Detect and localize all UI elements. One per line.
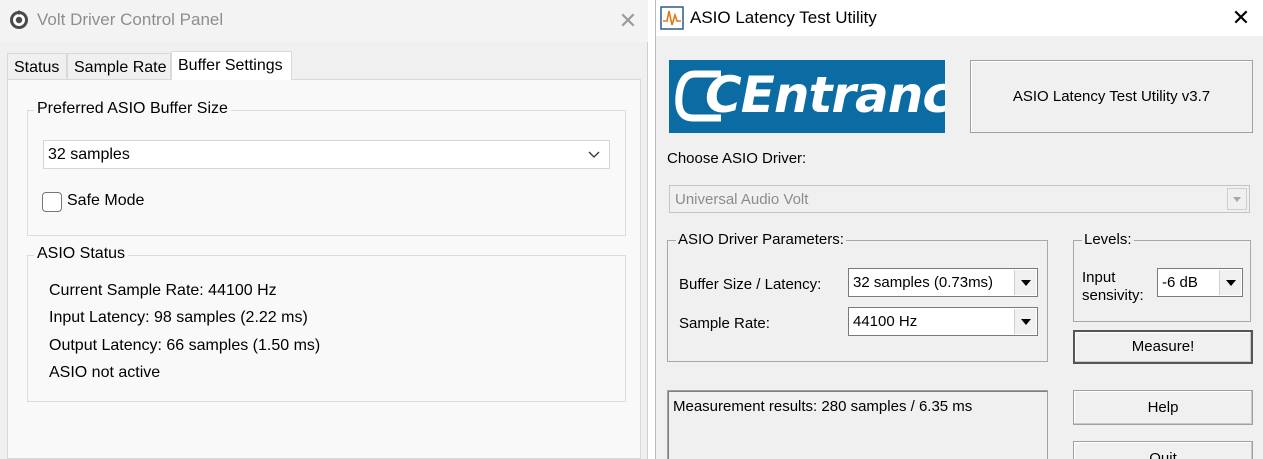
tab-panel: Preferred ASIO Buffer Size 32 samples Sa… xyxy=(7,79,641,459)
chevron-down-icon xyxy=(1219,270,1241,295)
group-legend: ASIO Status xyxy=(34,245,129,263)
logo-wordmark: CEntrance xyxy=(705,66,945,124)
asio-driver-dropdown[interactable]: Universal Audio Volt xyxy=(669,185,1250,213)
group-legend: ASIO Driver Parameters: xyxy=(676,231,846,248)
driver-parameters-group: ASIO Driver Parameters: Buffer Size / La… xyxy=(667,231,1048,362)
title-bar[interactable]: Volt Driver Control Panel ✕ xyxy=(0,0,648,42)
safe-mode-checkbox[interactable] xyxy=(42,192,62,212)
input-label-line1: Input xyxy=(1082,269,1116,286)
input-label-line2: sensivity: xyxy=(1082,287,1144,304)
input-sensitivity-label: Input sensivity: xyxy=(1082,269,1144,305)
safe-mode-label[interactable]: Safe Mode xyxy=(67,192,144,210)
measurement-results-box: Measurement results: 280 samples / 6.35 … xyxy=(667,390,1048,459)
tab-buffer-settings[interactable]: Buffer Settings xyxy=(171,51,292,80)
group-legend: Preferred ASIO Buffer Size xyxy=(34,100,231,118)
volt-control-panel-window: Volt Driver Control Panel ✕ Status Sampl… xyxy=(0,0,648,459)
input-latency-text: Input Latency: 98 samples (2.22 ms) xyxy=(49,309,308,326)
group-legend: Levels: xyxy=(1082,231,1134,248)
close-icon[interactable]: ✕ xyxy=(1226,4,1256,32)
output-latency-text: Output Latency: 66 samples (1.50 ms) xyxy=(49,337,321,354)
choose-driver-label: Choose ASIO Driver: xyxy=(667,150,807,167)
current-sample-rate-text: Current Sample Rate: 44100 Hz xyxy=(49,282,277,299)
levels-group: Levels: Input sensivity: -6 dB xyxy=(1073,231,1251,322)
desktop: Volt Driver Control Panel ✕ Status Sampl… xyxy=(0,0,1263,459)
close-icon[interactable]: ✕ xyxy=(611,7,645,35)
title-bar[interactable]: ASIO Latency Test Utility ✕ xyxy=(656,0,1263,36)
buffer-size-dropdown[interactable]: 32 samples (0.73ms) xyxy=(848,268,1038,297)
asio-active-status-text: ASIO not active xyxy=(49,364,161,381)
asio-latency-test-window: ASIO Latency Test Utility ✕ CEntrance AS… xyxy=(655,0,1263,459)
chevron-down-icon xyxy=(1014,270,1036,295)
chevron-down-icon xyxy=(1014,309,1036,334)
sample-rate-dropdown[interactable]: 44100 Hz xyxy=(848,307,1038,336)
input-sensitivity-dropdown[interactable]: -6 dB xyxy=(1157,268,1243,297)
dropdown-value: 32 samples xyxy=(48,146,130,163)
buffer-size-dropdown[interactable]: 32 samples xyxy=(43,140,610,169)
sample-rate-label: Sample Rate: xyxy=(679,315,770,332)
speaker-gear-icon xyxy=(9,10,29,30)
window-title: Volt Driver Control Panel xyxy=(37,10,224,29)
centrance-logo: CEntrance xyxy=(669,60,945,133)
asio-status-group: ASIO Status Current Sample Rate: 44100 H… xyxy=(27,245,626,402)
version-panel: ASIO Latency Test Utility v3.7 xyxy=(970,60,1253,133)
tab-status[interactable]: Status xyxy=(7,53,67,80)
waveform-icon xyxy=(660,6,684,30)
measurement-results-text: Measurement results: 280 samples / 6.35 … xyxy=(673,398,973,415)
window-title: ASIO Latency Test Utility xyxy=(690,8,877,27)
version-text: ASIO Latency Test Utility v3.7 xyxy=(1012,88,1211,105)
dropdown-value: -6 dB xyxy=(1162,274,1198,291)
tab-sample-rate[interactable]: Sample Rate xyxy=(67,53,171,80)
chevron-down-icon xyxy=(1227,188,1247,210)
dropdown-value: Universal Audio Volt xyxy=(675,191,809,208)
dropdown-value: 32 samples (0.73ms) xyxy=(853,274,994,291)
quit-button[interactable]: Quit xyxy=(1073,441,1253,459)
buffer-size-label: Buffer Size / Latency: xyxy=(679,276,822,293)
measure-button[interactable]: Measure! xyxy=(1073,330,1253,364)
dropdown-value: 44100 Hz xyxy=(853,313,918,330)
buffer-size-group: Preferred ASIO Buffer Size 32 samples Sa… xyxy=(27,100,626,236)
help-button[interactable]: Help xyxy=(1073,390,1253,425)
chevron-down-icon xyxy=(587,145,601,163)
